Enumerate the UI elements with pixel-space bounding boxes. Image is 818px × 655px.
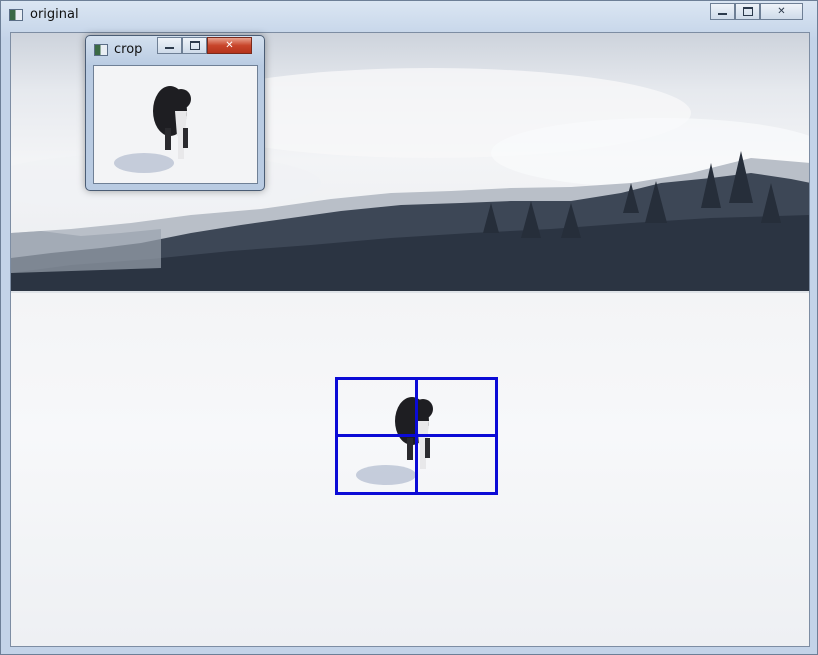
maximize-icon — [742, 7, 753, 16]
window-title: original — [30, 7, 79, 22]
crop-close-button[interactable]: ✕ — [207, 37, 252, 54]
close-icon: ✕ — [777, 6, 786, 17]
grid-right-line — [495, 377, 498, 495]
crop-window-title: crop — [114, 42, 143, 57]
maximize-button[interactable] — [735, 3, 760, 20]
close-button[interactable]: ✕ — [760, 3, 803, 20]
window-controls: ✕ — [710, 3, 803, 20]
crop-maximize-button[interactable] — [182, 37, 207, 54]
minimize-icon — [165, 47, 174, 49]
crop-image[interactable] — [93, 65, 258, 184]
window-icon — [9, 9, 23, 21]
grid-center-line — [415, 377, 418, 495]
cropped-dog-image — [114, 86, 191, 173]
crop-window: crop ✕ — [85, 35, 265, 191]
grid-left-line — [335, 377, 338, 495]
maximize-icon — [189, 41, 200, 50]
window-icon — [94, 44, 108, 56]
minimize-button[interactable] — [710, 3, 735, 20]
minimize-icon — [718, 13, 727, 15]
crop-window-controls: ✕ — [157, 37, 252, 54]
crop-minimize-button[interactable] — [157, 37, 182, 54]
close-icon: ✕ — [225, 40, 234, 51]
